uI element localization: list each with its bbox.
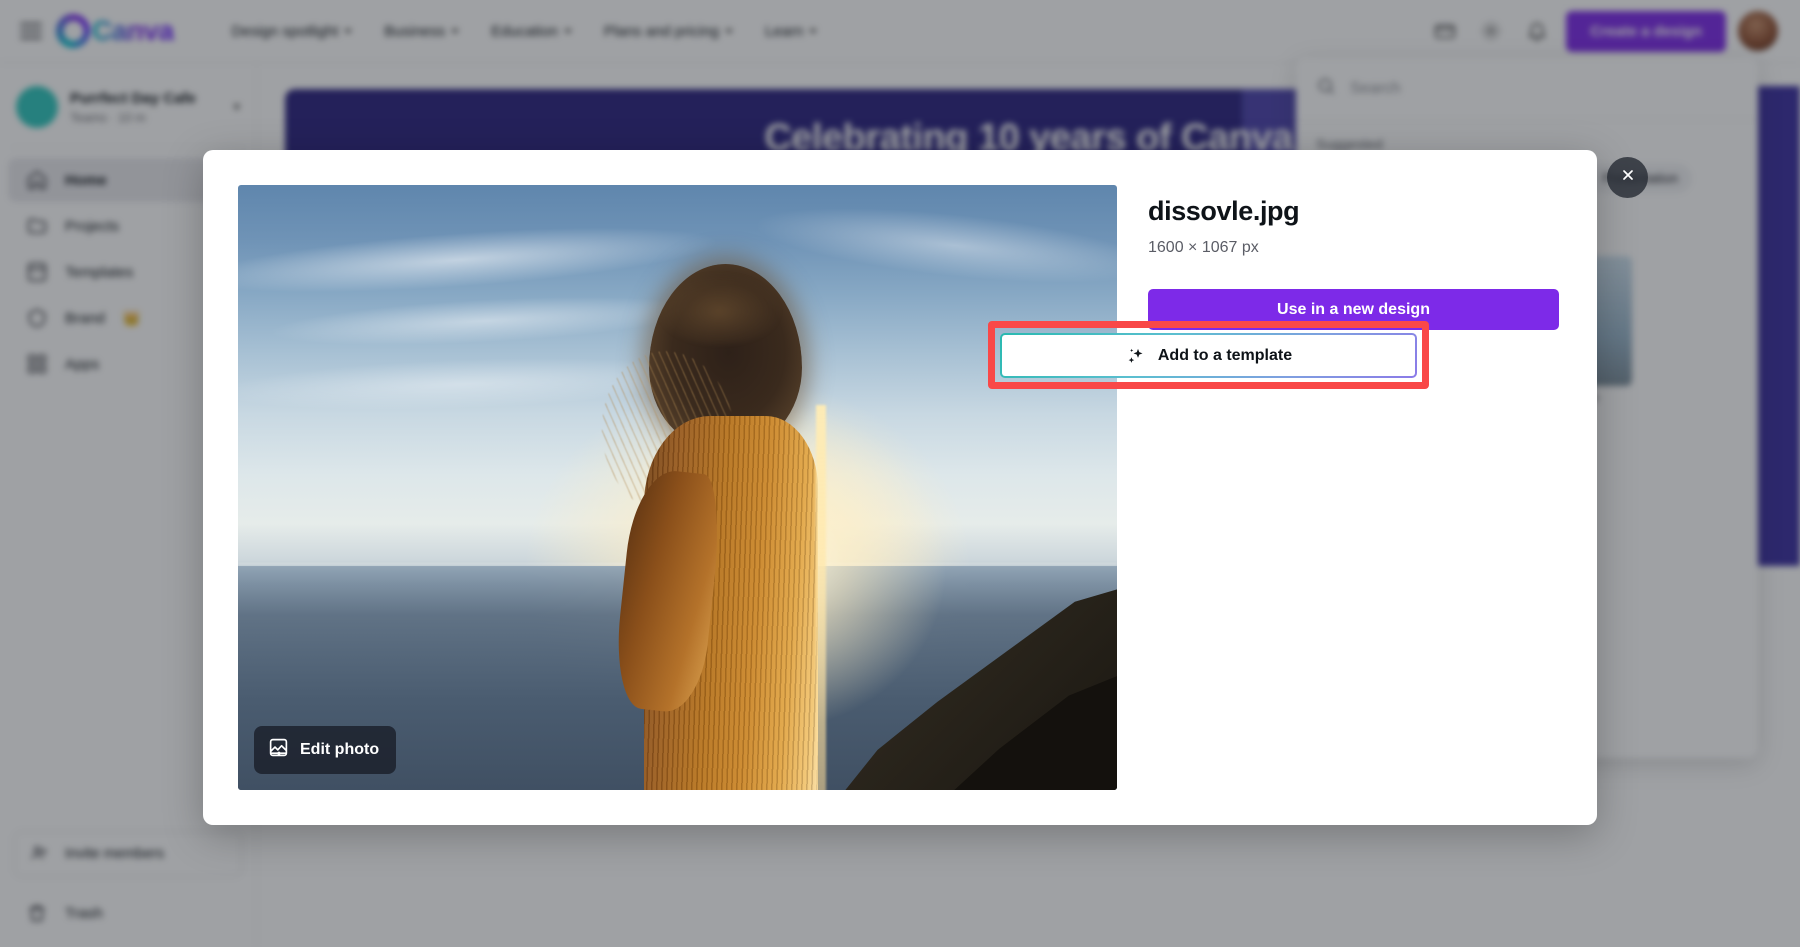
add-to-a-template-button[interactable]: Add to a template	[1000, 333, 1417, 378]
edit-photo-button[interactable]: Edit photo	[254, 726, 396, 774]
app-root: Canva Design spotlight Business Educatio…	[0, 0, 1800, 947]
hair-wisp	[655, 271, 783, 345]
sparkle-icon	[1125, 345, 1147, 367]
file-dimensions: 1600 × 1067 px	[1148, 239, 1562, 257]
add-to-a-template-button-wrap: Add to a template	[1000, 333, 1417, 378]
file-preview-modal: Edit photo dissovle.jpg 1600 × 1067 px U…	[203, 150, 1597, 825]
person-figure	[607, 264, 871, 790]
photo-edit-icon	[268, 737, 289, 763]
photo-image	[238, 185, 1117, 790]
rim-light	[816, 405, 827, 790]
edit-photo-label: Edit photo	[300, 741, 379, 759]
file-name: dissovle.jpg	[1148, 196, 1562, 227]
photo-preview: Edit photo	[238, 185, 1117, 790]
close-button[interactable]	[1607, 157, 1648, 198]
close-icon	[1620, 167, 1636, 188]
add-to-a-template-label: Add to a template	[1158, 347, 1292, 365]
file-details-panel: dissovle.jpg 1600 × 1067 px Use in a new…	[1117, 185, 1562, 790]
